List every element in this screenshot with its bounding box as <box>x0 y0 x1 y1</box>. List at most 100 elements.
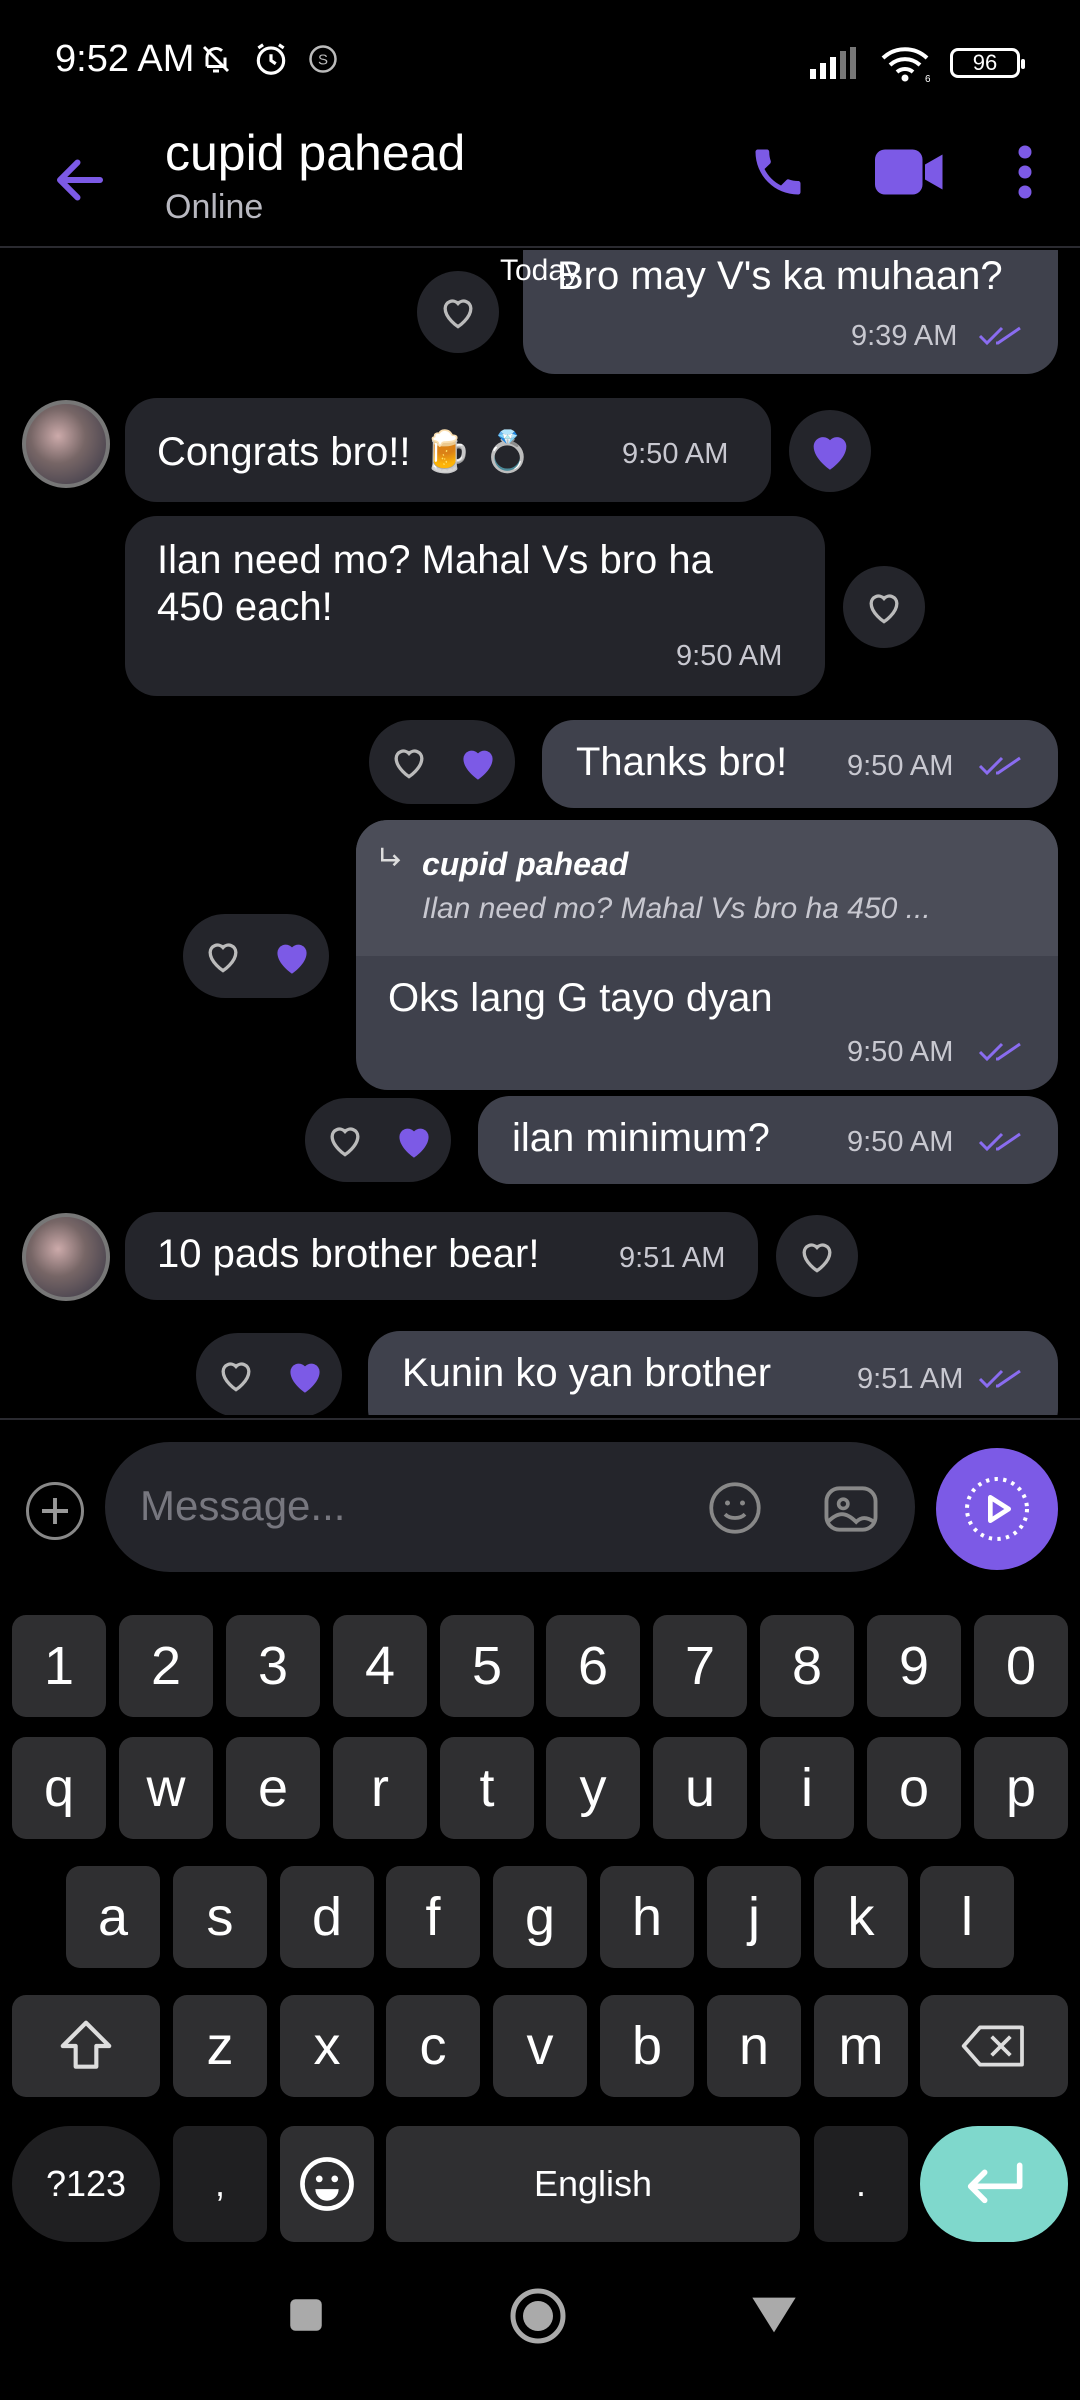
shift-key[interactable] <box>12 1995 160 2097</box>
heart-outline-icon <box>443 299 473 329</box>
message-bubble-outgoing[interactable]: Bro may V's ka muhaan? 9:39 AM <box>523 250 1058 374</box>
reaction-like-button[interactable] <box>776 1215 858 1297</box>
reaction-like-button[interactable] <box>417 271 499 353</box>
phone-call-icon[interactable] <box>748 142 808 202</box>
voice-message-button[interactable] <box>936 1448 1058 1570</box>
heart-filled-icon[interactable] <box>267 932 317 982</box>
heart-outline-icon <box>869 594 899 624</box>
more-options-icon[interactable] <box>1010 142 1040 202</box>
key-z[interactable]: z <box>173 1995 267 2097</box>
key-o[interactable]: o <box>867 1737 961 1839</box>
emoji-key[interactable] <box>280 2126 374 2242</box>
key-5[interactable]: 5 <box>440 1615 534 1717</box>
reaction-bar[interactable] <box>369 720 515 804</box>
key-0[interactable]: 0 <box>974 1615 1068 1717</box>
key-x[interactable]: x <box>280 1995 374 2097</box>
key-y[interactable]: y <box>546 1737 640 1839</box>
video-call-icon[interactable] <box>872 142 948 202</box>
heart-filled-icon[interactable] <box>389 1116 439 1166</box>
key-3[interactable]: 3 <box>226 1615 320 1717</box>
reply-quote[interactable]: cupid pahead Ilan need mo? Mahal Vs bro … <box>356 820 1058 956</box>
contact-avatar[interactable] <box>22 1213 110 1301</box>
key-2[interactable]: 2 <box>119 1615 213 1717</box>
key-j[interactable]: j <box>707 1866 801 1968</box>
message-list[interactable]: Bro may V's ka muhaan? 9:39 AM Today Con… <box>0 250 1080 1415</box>
key-c[interactable]: c <box>386 1995 480 2097</box>
key-t[interactable]: t <box>440 1737 534 1839</box>
key-7[interactable]: 7 <box>653 1615 747 1717</box>
play-record-icon <box>965 1477 1029 1541</box>
key-d[interactable]: d <box>280 1866 374 1968</box>
emoji-icon[interactable] <box>705 1478 765 1538</box>
reaction-like-button[interactable] <box>789 410 871 492</box>
key-w[interactable]: w <box>119 1737 213 1839</box>
key-l[interactable]: l <box>920 1866 1014 1968</box>
message-input[interactable]: Message... <box>105 1442 915 1572</box>
heart-outline-icon[interactable] <box>214 1353 258 1397</box>
reaction-bar[interactable] <box>305 1098 451 1182</box>
heart-filled-icon[interactable] <box>280 1351 330 1401</box>
key-r[interactable]: r <box>333 1737 427 1839</box>
key-g[interactable]: g <box>493 1866 587 1968</box>
back-arrow-icon[interactable] <box>50 150 110 210</box>
status-icons-right: 6 96 <box>810 44 1025 82</box>
message-bubble-incoming[interactable]: Ilan need mo? Mahal Vs bro ha 450 each! … <box>125 516 825 696</box>
backspace-key[interactable] <box>920 1995 1068 2097</box>
space-key[interactable]: English <box>386 2126 800 2242</box>
bell-off-icon <box>202 45 230 73</box>
key-1[interactable]: 1 <box>12 1615 106 1717</box>
back-nav-icon[interactable] <box>748 2292 800 2338</box>
key-k[interactable]: k <box>814 1866 908 1968</box>
key-v[interactable]: v <box>493 1995 587 2097</box>
enter-key[interactable] <box>920 2126 1068 2242</box>
contact-avatar[interactable] <box>22 400 110 488</box>
comma-key[interactable]: , <box>173 2126 267 2242</box>
message-text: Thanks bro! <box>576 740 788 784</box>
message-bubble-outgoing-reply[interactable]: cupid pahead Ilan need mo? Mahal Vs bro … <box>356 820 1058 1090</box>
key-8[interactable]: 8 <box>760 1615 854 1717</box>
key-p[interactable]: p <box>974 1737 1068 1839</box>
gallery-icon[interactable] <box>820 1478 882 1540</box>
key-h[interactable]: h <box>600 1866 694 1968</box>
key-f[interactable]: f <box>386 1866 480 1968</box>
heart-outline-icon[interactable] <box>201 934 245 978</box>
message-bubble-outgoing[interactable]: Thanks bro! 9:50 AM <box>542 720 1058 808</box>
recents-icon[interactable] <box>285 2294 327 2336</box>
key-n[interactable]: n <box>707 1995 801 2097</box>
key-4[interactable]: 4 <box>333 1615 427 1717</box>
period-key[interactable]: . <box>814 2126 908 2242</box>
read-receipt-icon <box>978 1042 1021 1062</box>
message-bubble-outgoing[interactable]: Kunin ko yan brother 9:51 AM <box>368 1331 1058 1415</box>
key-q[interactable]: q <box>12 1737 106 1839</box>
symbols-key[interactable]: ?123 <box>12 2126 160 2242</box>
heart-filled-icon[interactable] <box>453 738 503 788</box>
key-b[interactable]: b <box>600 1995 694 2097</box>
on-screen-keyboard: 1 2 3 4 5 6 7 8 9 0 q w e r t y u i o p … <box>0 1608 1080 2258</box>
read-receipt-icon <box>978 1132 1021 1152</box>
key-m[interactable]: m <box>814 1995 908 2097</box>
key-u[interactable]: u <box>653 1737 747 1839</box>
key-9[interactable]: 9 <box>867 1615 961 1717</box>
message-bubble-incoming[interactable]: 10 pads brother bear! 9:51 AM <box>125 1212 758 1300</box>
reaction-bar[interactable] <box>183 914 329 998</box>
heart-outline-icon[interactable] <box>323 1118 367 1162</box>
key-s[interactable]: s <box>173 1866 267 1968</box>
key-e[interactable]: e <box>226 1737 320 1839</box>
reaction-like-button[interactable] <box>843 566 925 648</box>
add-attachment-button[interactable] <box>26 1482 84 1540</box>
heart-outline-icon <box>802 1243 832 1273</box>
reaction-bar[interactable] <box>196 1333 342 1415</box>
contact-name[interactable]: cupid pahead <box>165 124 465 182</box>
message-text: 10 pads brother bear! <box>157 1232 540 1276</box>
key-a[interactable]: a <box>66 1866 160 1968</box>
message-time: 9:51 AM <box>857 1363 964 1395</box>
message-bubble-incoming[interactable]: Congrats bro!! 🍺 💍 9:50 AM <box>125 398 771 502</box>
home-icon[interactable] <box>508 2286 568 2346</box>
wifi-icon: 6 <box>881 47 930 82</box>
key-i[interactable]: i <box>760 1737 854 1839</box>
message-text: Bro may V's ka muhaan? <box>557 254 1003 298</box>
message-text: 450 each! <box>157 585 333 629</box>
message-bubble-outgoing[interactable]: ilan minimum? 9:50 AM <box>478 1096 1058 1184</box>
heart-outline-icon[interactable] <box>387 740 431 784</box>
key-6[interactable]: 6 <box>546 1615 640 1717</box>
